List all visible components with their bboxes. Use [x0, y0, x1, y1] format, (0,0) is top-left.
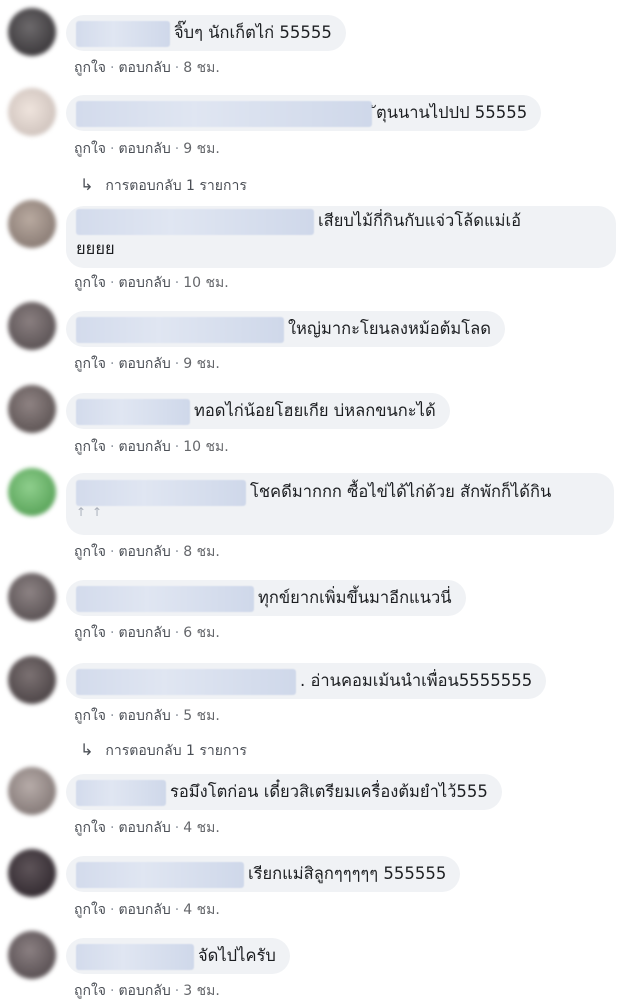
comment-text-line-2: ยยยย — [76, 238, 115, 258]
comment-text: . อ่านคอมเม้นนำเพื่อน5555555 — [300, 671, 533, 690]
author-name[interactable] — [76, 208, 314, 235]
like-link[interactable]: ถูกใจ — [74, 141, 106, 157]
timestamp[interactable]: 10 ชม. — [183, 439, 228, 455]
avatar[interactable] — [8, 767, 56, 815]
author-name[interactable] — [76, 398, 190, 425]
comment-meta: ถูกใจ · ตอบกลับ · 9 ชม. — [74, 356, 220, 372]
timestamp[interactable]: 10 ชม. — [183, 275, 228, 291]
comment-text: รอมึงโตก่อน เดี๋ยวสิเตรียมเครื่องต้มยำไว… — [170, 782, 488, 801]
comment-text: ใหญ่มากะโยนลงหม้อต้มโลด — [288, 319, 491, 338]
comment-text: จัดไปไครับ — [198, 946, 276, 965]
comment-text: เรียกแม่สิลูกๆๆๆๆๆ 555555 — [248, 864, 447, 883]
reply-link[interactable]: ตอบกลับ — [118, 820, 170, 836]
comment-text: ทุกข์ยากเพิ่มขึ้นมาอีกแนวนี่ — [258, 588, 452, 607]
comment-bubble: จิ๊บๆ นักเก็ตไก่ 55555 — [66, 15, 346, 51]
author-name[interactable] — [76, 20, 170, 47]
author-name[interactable] — [76, 943, 194, 970]
timestamp[interactable]: 5 ชม. — [183, 708, 220, 724]
reply-link[interactable]: ตอบกลับ — [118, 439, 170, 455]
timestamp[interactable]: 4 ชม. — [183, 902, 220, 918]
like-link[interactable]: ถูกใจ — [74, 902, 106, 918]
author-name[interactable] — [76, 779, 166, 806]
comment-meta: ถูกใจ · ตอบกลับ · 8 ชม. — [74, 60, 220, 76]
truncated-glyph: ↑↑ — [76, 505, 109, 519]
like-link[interactable]: ถูกใจ — [74, 544, 106, 560]
comment-meta: ถูกใจ · ตอบกลับ · 6 ชม. — [74, 625, 220, 641]
comment-bubble: ทุกข์ยากเพิ่มขึ้นมาอีกแนวนี่ — [66, 580, 466, 616]
reply-link[interactable]: ตอบกลับ — [118, 60, 170, 76]
comment-bubble: ทอดไก่น้อยโฮยเกีย บ่หลกขนกะได้ — [66, 393, 450, 429]
timestamp[interactable]: 6 ชม. — [183, 625, 220, 641]
author-name[interactable] — [76, 668, 296, 695]
author-name[interactable] — [76, 316, 284, 343]
comment-text: ทอดไก่น้อยโฮยเกีย บ่หลกขนกะได้ — [194, 401, 436, 420]
like-link[interactable]: ถูกใจ — [74, 983, 106, 999]
comment-bubble: จัดไปไครับ — [66, 938, 290, 974]
comment-bubble: ัตุนนานไปปป 55555 — [66, 95, 542, 131]
timestamp[interactable]: 9 ชม. — [183, 356, 220, 372]
like-link[interactable]: ถูกใจ — [74, 708, 106, 724]
comment-meta: ถูกใจ · ตอบกลับ · 10 ชม. — [74, 439, 229, 455]
reply-link[interactable]: ตอบกลับ — [118, 141, 170, 157]
comment-meta: ถูกใจ · ตอบกลับ · 10 ชม. — [74, 275, 229, 291]
avatar[interactable] — [8, 8, 56, 56]
reply-link[interactable]: ตอบกลับ — [118, 902, 170, 918]
author-name[interactable] — [76, 861, 244, 888]
avatar[interactable] — [8, 88, 56, 136]
reply-link[interactable]: ตอบกลับ — [118, 544, 170, 560]
author-name[interactable] — [76, 585, 254, 612]
reply-arrow-icon: ↳ — [80, 740, 94, 759]
avatar[interactable] — [8, 656, 56, 704]
like-link[interactable]: ถูกใจ — [74, 275, 106, 291]
avatar[interactable] — [8, 573, 56, 621]
reply-link[interactable]: ตอบกลับ — [118, 275, 170, 291]
comment-text: จิ๊บๆ นักเก็ตไก่ 55555 — [174, 23, 332, 42]
like-link[interactable]: ถูกใจ — [74, 356, 106, 372]
view-replies-link[interactable]: ↳ การตอบกลับ 1 รายการ — [80, 175, 247, 197]
view-replies-link[interactable]: ↳ การตอบกลับ 1 รายการ — [80, 740, 247, 762]
avatar[interactable] — [8, 468, 56, 516]
like-link[interactable]: ถูกใจ — [74, 439, 106, 455]
like-link[interactable]: ถูกใจ — [74, 60, 106, 76]
reply-link[interactable]: ตอบกลับ — [118, 625, 170, 641]
avatar[interactable] — [8, 385, 56, 433]
comment-bubble: เสียบไม้กี่กินกับแจ่วโล้ดแม่เอ้ ยยยย — [66, 206, 616, 268]
reply-link[interactable]: ตอบกลับ — [118, 708, 170, 724]
comment-meta: ถูกใจ · ตอบกลับ · 3 ชม. — [74, 983, 220, 999]
timestamp[interactable]: 9 ชม. — [183, 141, 220, 157]
author-name[interactable] — [76, 100, 372, 127]
avatar[interactable] — [8, 931, 56, 979]
reply-link[interactable]: ตอบกลับ — [118, 983, 170, 999]
comment-meta: ถูกใจ · ตอบกลับ · 4 ชม. — [74, 820, 220, 836]
comment-meta: ถูกใจ · ตอบกลับ · 8 ชม. — [74, 544, 220, 560]
timestamp[interactable]: 4 ชม. — [183, 820, 220, 836]
timestamp[interactable]: 3 ชม. — [183, 983, 220, 999]
like-link[interactable]: ถูกใจ — [74, 625, 106, 641]
reply-arrow-icon: ↳ — [80, 175, 94, 194]
comment-text: ัตุนนานไปปป 55555 — [376, 103, 528, 122]
avatar[interactable] — [8, 200, 56, 248]
comment-bubble: . อ่านคอมเม้นนำเพื่อน5555555 — [66, 663, 547, 699]
comment-bubble: โชคดีมากกก ซื้อไข่ได้ไก่ด้วย สักพักก็ได้… — [66, 473, 614, 535]
comment-text: โชคดีมากกก ซื้อไข่ได้ไก่ด้วย สักพักก็ได้… — [250, 482, 552, 501]
timestamp[interactable]: 8 ชม. — [183, 60, 220, 76]
comment-meta: ถูกใจ · ตอบกลับ · 4 ชม. — [74, 902, 220, 918]
comment-text-line-1: เสียบไม้กี่กินกับแจ่วโล้ดแม่เอ้ — [318, 211, 522, 230]
avatar[interactable] — [8, 302, 56, 350]
timestamp[interactable]: 8 ชม. — [183, 544, 220, 560]
comment-meta: ถูกใจ · ตอบกลับ · 5 ชม. — [74, 708, 220, 724]
comment-bubble: รอมึงโตก่อน เดี๋ยวสิเตรียมเครื่องต้มยำไว… — [66, 774, 502, 810]
like-link[interactable]: ถูกใจ — [74, 820, 106, 836]
reply-link[interactable]: ตอบกลับ — [118, 356, 170, 372]
avatar[interactable] — [8, 849, 56, 897]
author-name[interactable] — [76, 479, 246, 506]
comment-bubble: ใหญ่มากะโยนลงหม้อต้มโลด — [66, 311, 505, 347]
comment-bubble: เรียกแม่สิลูกๆๆๆๆๆ 555555 — [66, 856, 461, 892]
comment-meta: ถูกใจ · ตอบกลับ · 9 ชม. — [74, 141, 220, 157]
